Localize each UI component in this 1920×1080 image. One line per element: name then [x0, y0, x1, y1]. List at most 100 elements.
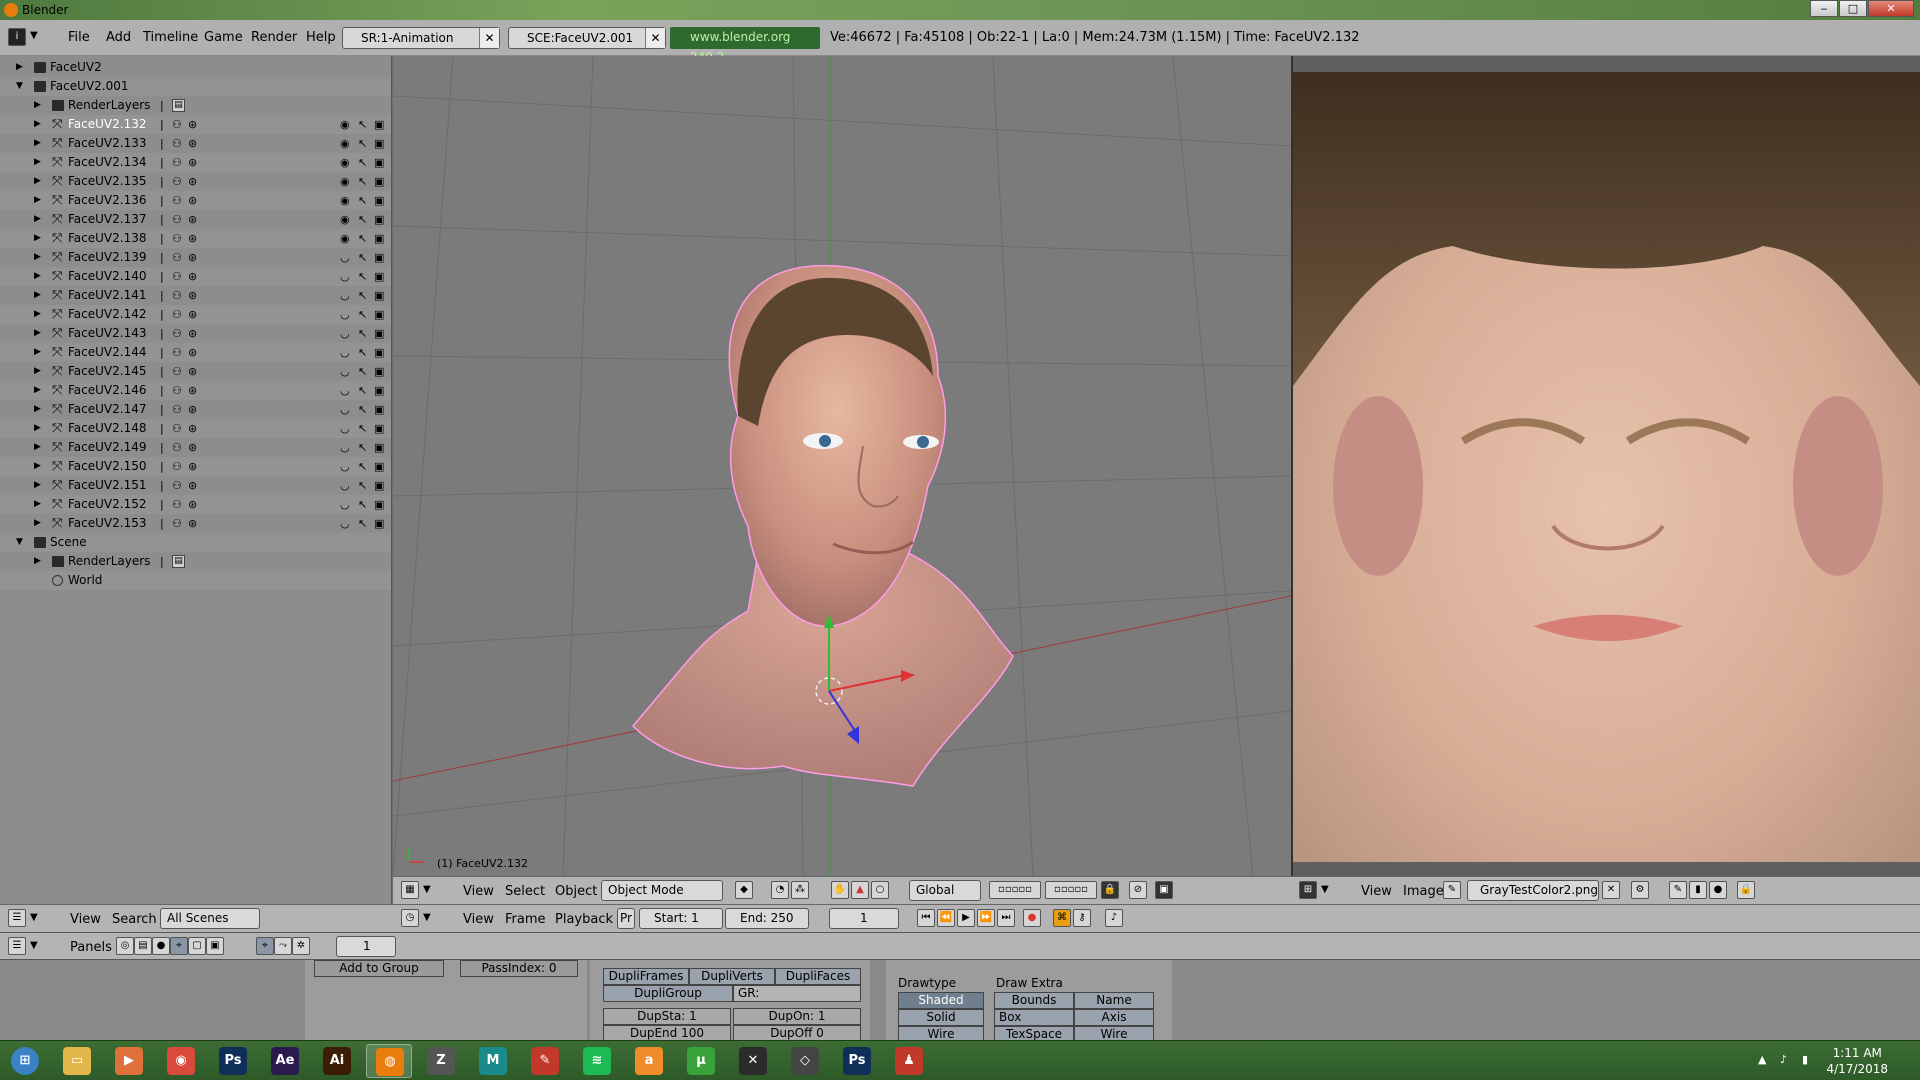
outliner-row[interactable]: ▶ ⤧ FaceUV2.152 | ⚇ ⊛ ◡ ↖ ▣ [0, 495, 391, 514]
hidden-eye-icon[interactable]: ◡ [340, 248, 350, 267]
material-icon[interactable]: ⊛ [188, 419, 197, 438]
outliner-row[interactable]: ▶ ⤧ FaceUV2.151 | ⚇ ⊛ ◡ ↖ ▣ [0, 476, 391, 495]
taskbar-photoshop-button[interactable]: Ps [210, 1044, 256, 1078]
image-pin-icon[interactable]: ⚙ [1631, 881, 1649, 899]
network-icon[interactable]: ▮ [1802, 1053, 1808, 1066]
modifier-icon[interactable]: ⚇ [172, 438, 182, 457]
modifier-icon[interactable]: ⚇ [172, 286, 182, 305]
particles-subcontext-icon[interactable]: ✲ [292, 937, 310, 955]
outliner-row[interactable]: ▶ ⤧ FaceUV2.139 | ⚇ ⊛ ◡ ↖ ▣ [0, 248, 391, 267]
material-icon[interactable]: ⊛ [188, 438, 197, 457]
3d-viewport[interactable]: (1) FaceUV2.132 [393, 56, 1291, 876]
3d-view-menu-select[interactable]: Select [505, 884, 545, 899]
outliner-row[interactable]: ▶ ⤧ FaceUV2.149 | ⚇ ⊛ ◡ ↖ ▣ [0, 438, 391, 457]
modifier-icon[interactable]: ⚇ [172, 115, 182, 134]
expand-triangle-icon[interactable]: ▶ [34, 514, 41, 533]
visibility-eye-icon[interactable]: ◉ [340, 210, 350, 229]
menu-render[interactable]: Render [251, 30, 297, 45]
material-icon[interactable]: ⊛ [188, 134, 197, 153]
outliner-row[interactable]: ▶ ⤧ FaceUV2.140 | ⚇ ⊛ ◡ ↖ ▣ [0, 267, 391, 286]
expand-triangle-icon[interactable]: ▶ [16, 58, 23, 77]
modifier-icon[interactable]: ⚇ [172, 400, 182, 419]
renderlayer-toggle-icon[interactable]: ▤ [172, 99, 185, 112]
selectable-cursor-icon[interactable]: ↖ [358, 305, 367, 324]
renderable-icon[interactable]: ▣ [374, 229, 384, 248]
image-pencil-icon[interactable]: ✎ [1669, 881, 1687, 899]
image-menu-view[interactable]: View [1361, 884, 1392, 899]
taskbar-chrome-button[interactable]: ◉ [158, 1044, 204, 1078]
outliner-row[interactable]: ▶ FaceUV2 [0, 58, 391, 77]
scene-selector[interactable]: SCE:FaceUV2.001 ✕ [508, 27, 666, 49]
modifier-icon[interactable]: ⚇ [172, 514, 182, 533]
script-context-icon[interactable]: ▤ [134, 937, 152, 955]
taskbar-start-button[interactable]: ⊞ [2, 1044, 48, 1078]
renderable-icon[interactable]: ▣ [374, 362, 384, 381]
dupsta-field[interactable]: DupSta: 1 [603, 1008, 731, 1025]
renderable-icon[interactable]: ▣ [374, 286, 384, 305]
expand-triangle-icon[interactable]: ▶ [34, 400, 41, 419]
taskbar-pencil-button[interactable]: ✎ [522, 1044, 568, 1078]
selectable-cursor-icon[interactable]: ↖ [358, 286, 367, 305]
renderable-icon[interactable]: ▣ [374, 210, 384, 229]
expand-triangle-icon[interactable]: ▶ [34, 172, 41, 191]
material-icon[interactable]: ⊛ [188, 172, 197, 191]
buttons-window-type-icon[interactable]: ☰ [8, 937, 26, 955]
bounds-button[interactable]: Bounds [994, 992, 1074, 1009]
expand-triangle-icon[interactable]: ▶ [34, 457, 41, 476]
expand-triangle-icon[interactable]: ▶ [34, 476, 41, 495]
modifier-icon[interactable]: ⚇ [172, 419, 182, 438]
expand-triangle-icon[interactable]: ▶ [34, 324, 41, 343]
volume-icon[interactable]: ♪ [1780, 1053, 1787, 1066]
material-icon[interactable]: ⊛ [188, 400, 197, 419]
taskbar-runner-button[interactable]: ♟ [886, 1044, 932, 1078]
outliner-scenes-select[interactable]: All Scenes [160, 908, 260, 929]
expand-triangle-icon[interactable]: ▶ [34, 229, 41, 248]
expand-triangle-icon[interactable]: ▶ [34, 381, 41, 400]
outliner-row[interactable]: ▶ RenderLayers | ▤ [0, 552, 391, 571]
hidden-eye-icon[interactable]: ◡ [340, 495, 350, 514]
hidden-eye-icon[interactable]: ◡ [340, 419, 350, 438]
selectable-cursor-icon[interactable]: ↖ [358, 210, 367, 229]
outliner-row[interactable]: ▶ ⤧ FaceUV2.134 | ⚇ ⊛ ◉ ↖ ▣ [0, 153, 391, 172]
timeline-window-type-icon[interactable]: ◷ [401, 909, 419, 927]
hidden-eye-icon[interactable]: ◡ [340, 438, 350, 457]
expand-triangle-icon[interactable]: ▶ [34, 343, 41, 362]
image-editor-collapse-icon[interactable]: ▼ [1321, 884, 1329, 895]
taskbar-spotify-button[interactable]: ≋ [574, 1044, 620, 1078]
taskbar-amazon-button[interactable]: a [626, 1044, 672, 1078]
timeline-menu-view[interactable]: View [463, 912, 494, 927]
expand-triangle-icon[interactable]: ▶ [34, 362, 41, 381]
material-icon[interactable]: ⊛ [188, 343, 197, 362]
material-icon[interactable]: ⊛ [188, 362, 197, 381]
outliner-row[interactable]: ▼ Scene [0, 533, 391, 552]
material-icon[interactable]: ⊛ [188, 267, 197, 286]
hidden-eye-icon[interactable]: ◡ [340, 343, 350, 362]
logic-context-icon[interactable]: ◎ [116, 937, 134, 955]
outliner-row[interactable]: ▶ ⤧ FaceUV2.138 | ⚇ ⊛ ◉ ↖ ▣ [0, 229, 391, 248]
dupon-field[interactable]: DupOn: 1 [733, 1008, 861, 1025]
timeline-menu-playback[interactable]: Playback [555, 912, 613, 927]
layers-block-2-icon[interactable]: ▫▫▫▫▫ [1045, 881, 1097, 899]
image-unlink-icon[interactable]: ✕ [1602, 881, 1620, 899]
hidden-eye-icon[interactable]: ◡ [340, 476, 350, 495]
renderable-icon[interactable]: ▣ [374, 476, 384, 495]
selectable-cursor-icon[interactable]: ↖ [358, 438, 367, 457]
lock-layers-icon[interactable]: 🔒 [1101, 881, 1119, 899]
dupliverts-button[interactable]: DupliVerts [689, 968, 775, 985]
play-icon[interactable]: ▶ [957, 909, 975, 927]
hidden-eye-icon[interactable]: ◡ [340, 286, 350, 305]
timeline-menu-frame[interactable]: Frame [505, 912, 546, 927]
collapse-menu-icon[interactable]: ▼ [30, 30, 38, 41]
selectable-cursor-icon[interactable]: ↖ [358, 134, 367, 153]
outliner-row[interactable]: ▼ FaceUV2.001 [0, 77, 391, 96]
mode-select[interactable]: Object Mode [601, 880, 723, 901]
selectable-cursor-icon[interactable]: ↖ [358, 476, 367, 495]
visibility-eye-icon[interactable]: ◉ [340, 229, 350, 248]
hidden-eye-icon[interactable]: ◡ [340, 362, 350, 381]
add-to-group-button[interactable]: Add to Group [314, 960, 444, 977]
jump-start-icon[interactable]: ⏮ [917, 909, 935, 927]
outliner-collapse-icon[interactable]: ▼ [30, 912, 38, 923]
renderable-icon[interactable]: ▣ [374, 457, 384, 476]
maximize-button[interactable]: □ [1839, 0, 1867, 17]
blender-url-link[interactable]: www.blender.org 249.2 [670, 27, 820, 64]
